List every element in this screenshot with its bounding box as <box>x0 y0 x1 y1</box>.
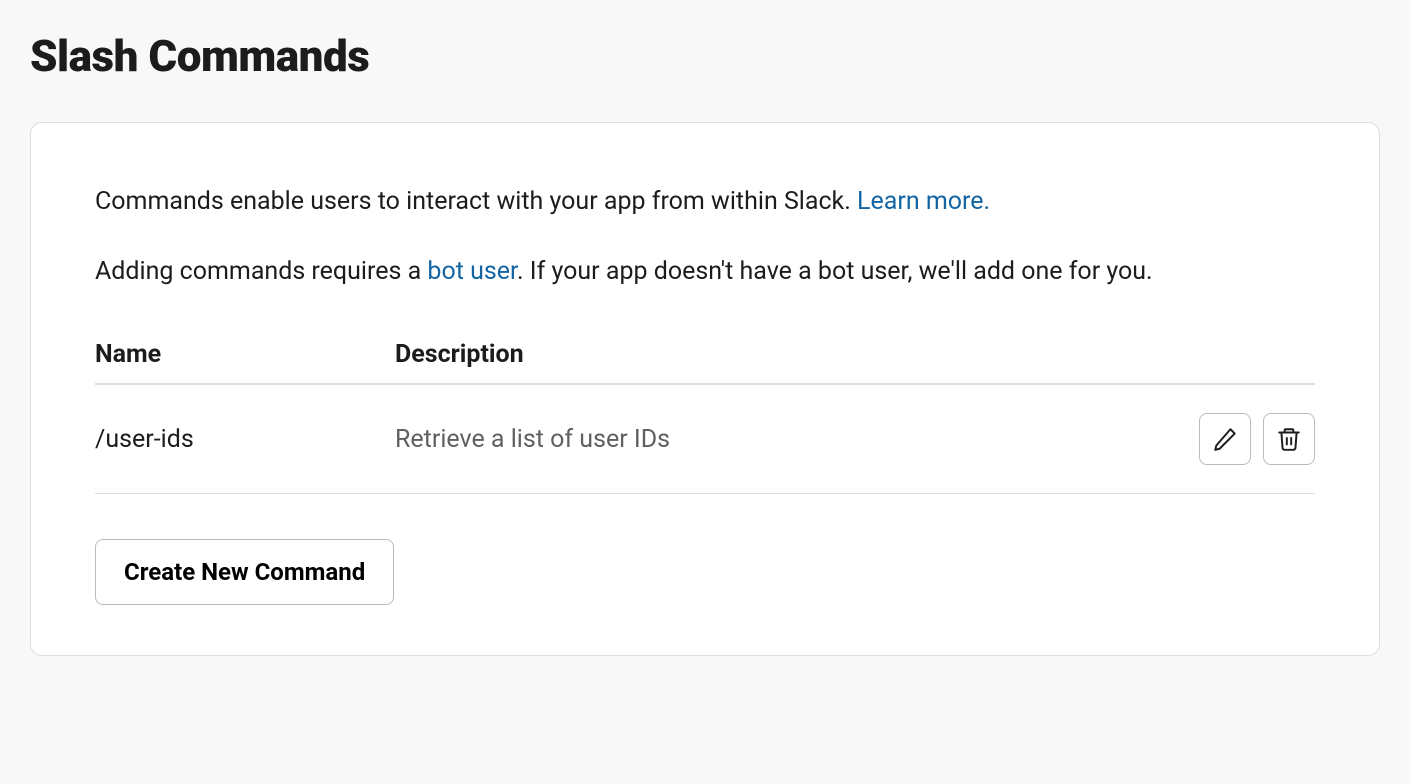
slash-commands-card: Commands enable users to interact with y… <box>30 122 1380 656</box>
bot-user-link[interactable]: bot user <box>427 257 517 286</box>
commands-table: Name Description /user-ids Retrieve a li… <box>95 340 1315 494</box>
header-name: Name <box>95 340 395 369</box>
header-actions <box>1145 340 1315 369</box>
intro-paragraph-1: Commands enable users to interact with y… <box>95 183 1315 221</box>
intro-text-1: Commands enable users to interact with y… <box>95 187 857 216</box>
intro-paragraph-2: Adding commands requires a bot user. If … <box>95 253 1315 291</box>
command-description: Retrieve a list of user IDs <box>395 425 1145 454</box>
command-actions <box>1145 413 1315 465</box>
delete-command-button[interactable] <box>1263 413 1315 465</box>
edit-command-button[interactable] <box>1199 413 1251 465</box>
learn-more-link[interactable]: Learn more. <box>857 187 990 216</box>
trash-icon <box>1276 426 1302 452</box>
pencil-icon <box>1212 426 1238 452</box>
create-new-command-button[interactable]: Create New Command <box>95 539 394 605</box>
intro-text-2a: Adding commands requires a <box>95 257 427 286</box>
table-row: /user-ids Retrieve a list of user IDs <box>95 385 1315 494</box>
intro-text-2b: . If your app doesn't have a bot user, w… <box>517 257 1153 286</box>
page-title: Slash Commands <box>30 30 1380 82</box>
header-description: Description <box>395 340 1145 369</box>
table-header: Name Description <box>95 340 1315 385</box>
command-name: /user-ids <box>95 425 395 454</box>
